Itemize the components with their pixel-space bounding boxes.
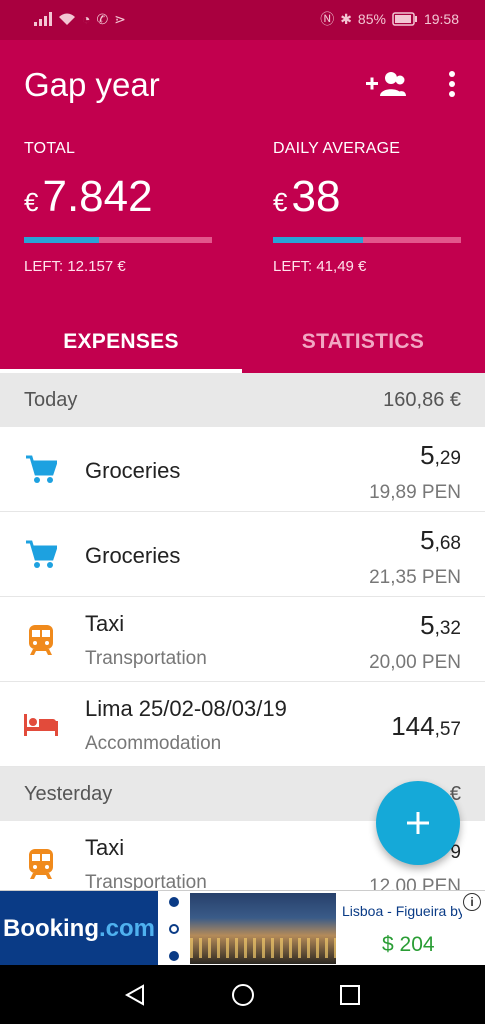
app-notification-icon: ⋗	[114, 11, 126, 27]
app-header: Gap year TOTAL € 7.842 LEFT: 12.157 € DA…	[0, 40, 485, 373]
list-item[interactable]: Groceries 5,68 21,35 PEN	[0, 512, 485, 597]
item-title: Lima 25/02-08/03/19	[85, 696, 287, 721]
carousel-dot[interactable]	[169, 951, 179, 961]
home-icon[interactable]	[228, 981, 258, 1009]
section-label: Yesterday	[24, 782, 113, 805]
more-vert-icon[interactable]	[432, 68, 472, 100]
train-icon	[22, 845, 60, 883]
info-icon[interactable]: i	[463, 893, 481, 911]
item-amount: 144,57	[391, 711, 461, 741]
status-bar: ◔ ✆ ⋗ Ⓝ ✱ 85% 19:58	[0, 0, 485, 40]
add-expense-button[interactable]	[376, 781, 460, 865]
total-label: TOTAL	[24, 140, 76, 157]
list-item[interactable]: Taxi Transportation 5,32 20,00 PEN	[0, 597, 485, 682]
tab-expenses[interactable]: EXPENSES	[0, 310, 242, 373]
ad-hotel-photo[interactable]	[190, 893, 336, 964]
section-label: Today	[24, 388, 78, 411]
list-item[interactable]: Groceries 5,29 19,89 PEN	[0, 427, 485, 512]
total-progress-fill	[24, 237, 100, 243]
data-usage-icon: ◔	[82, 11, 91, 27]
status-left: ◔ ✆ ⋗	[34, 11, 126, 27]
ad-brand-logo[interactable]: Booking .com	[0, 891, 158, 966]
total-currency: €	[24, 187, 39, 217]
signal-icon	[34, 12, 52, 26]
daily-left: LEFT: 41,49 €	[273, 258, 367, 275]
nfc-icon: Ⓝ	[320, 11, 335, 27]
carousel-dot-active[interactable]	[169, 924, 179, 934]
total-amount: 7.842	[42, 172, 153, 221]
item-amount: 5,32	[420, 610, 461, 640]
whatsapp-icon: ✆	[96, 11, 109, 27]
ad-destination[interactable]: Lisboa - Figueira by...	[342, 903, 462, 919]
add-person-icon[interactable]	[366, 68, 406, 100]
cart-icon	[22, 536, 60, 574]
ad-carousel-dots[interactable]	[164, 897, 184, 961]
item-title: Groceries	[85, 458, 181, 483]
carousel-dot[interactable]	[169, 897, 179, 907]
daily-progress-bar	[273, 237, 461, 243]
item-original-amount: 20,00 PEN	[369, 652, 461, 673]
wifi-icon	[59, 13, 75, 25]
tab-statistics[interactable]: STATISTICS	[242, 310, 484, 373]
item-title: Taxi	[85, 835, 125, 860]
clock: 19:58	[423, 11, 459, 27]
item-amount: 5,68	[420, 525, 461, 555]
ad-price[interactable]: $ 204	[382, 933, 435, 957]
section-header-today: Today 160,86 €	[0, 373, 485, 427]
page-title: Gap year	[24, 66, 160, 103]
item-subtitle: Accommodation	[85, 733, 222, 754]
recents-icon[interactable]	[335, 981, 365, 1009]
bed-icon	[22, 706, 60, 744]
ad-banner[interactable]: Booking.com Lisboa - Figueira by... $ 20…	[0, 890, 485, 966]
daily-progress-fill	[273, 237, 364, 243]
daily-average-block: DAILY AVERAGE € 38	[273, 140, 400, 222]
back-icon[interactable]	[120, 981, 150, 1009]
system-nav-bar	[0, 965, 485, 1024]
tab-bar: EXPENSES STATISTICS	[0, 310, 485, 373]
section-total: 160,86 €	[383, 388, 461, 411]
daily-average-currency: €	[273, 187, 288, 217]
total-block: TOTAL € 7.842	[24, 140, 153, 222]
battery-icon	[392, 12, 417, 26]
list-item[interactable]: Lima 25/02-08/03/19 Accommodation 144,57	[0, 682, 485, 767]
total-left: LEFT: 12.157 €	[24, 258, 126, 275]
plus-icon	[407, 812, 429, 834]
cart-icon	[22, 451, 60, 489]
status-right: Ⓝ ✱ 85% 19:58	[320, 11, 459, 27]
total-value: € 7.842	[24, 172, 153, 222]
item-title: Taxi	[85, 611, 125, 636]
bluetooth-icon: ✱	[340, 11, 352, 27]
item-original-amount: 21,35 PEN	[369, 567, 461, 588]
item-subtitle: Transportation	[85, 648, 207, 669]
item-amount: 5,29	[420, 440, 461, 470]
train-icon	[22, 621, 60, 659]
daily-average-value: € 38	[273, 172, 400, 222]
daily-average-label: DAILY AVERAGE	[273, 140, 401, 157]
daily-average-amount: 38	[291, 172, 341, 221]
item-title: Groceries	[85, 543, 181, 568]
total-progress-bar	[24, 237, 212, 243]
item-original-amount: 19,89 PEN	[369, 482, 461, 503]
battery-percent: 85%	[357, 11, 386, 27]
